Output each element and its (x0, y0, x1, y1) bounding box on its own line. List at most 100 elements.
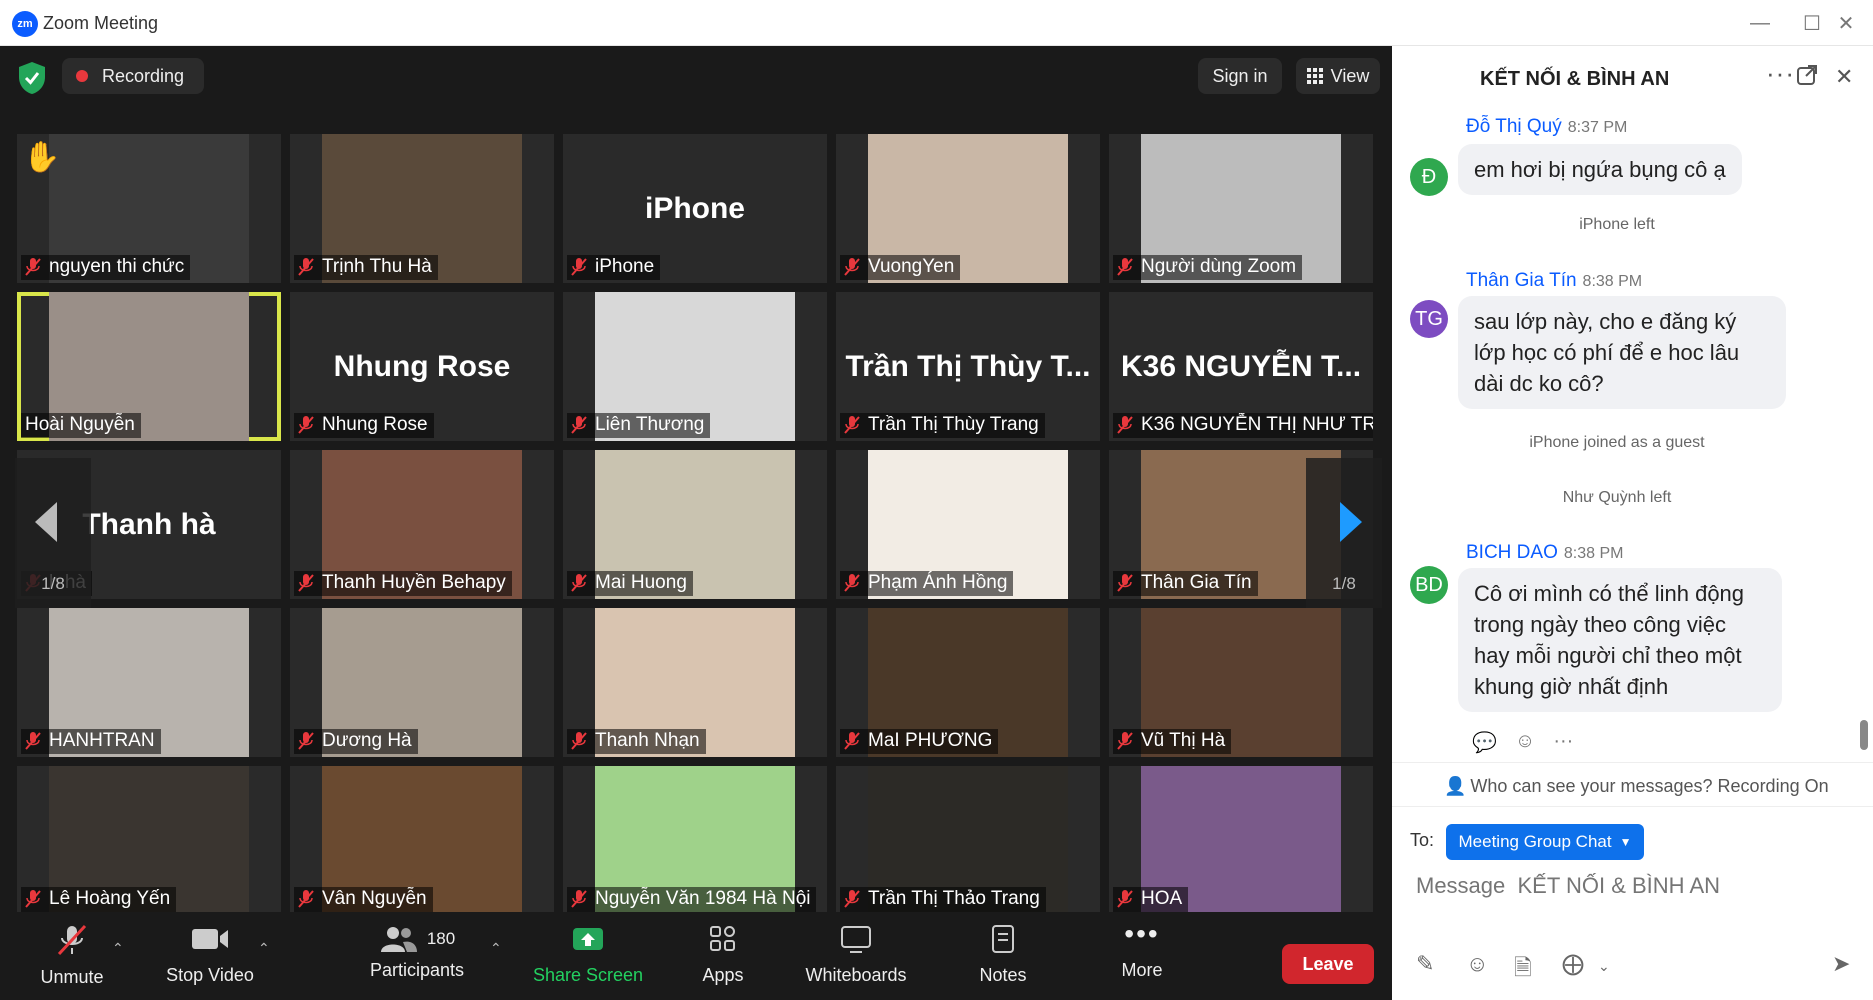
message-sender[interactable]: BICH DAO 8:38 PM (1466, 542, 1623, 564)
close-window-button[interactable]: ✕ (1826, 8, 1866, 38)
participant-tile[interactable]: Lê Hoàng Yến (17, 766, 281, 915)
message-visibility-info[interactable]: 👤 Who can see your messages? Recording On (1444, 776, 1829, 797)
participant-name-label: MaI PHƯƠNG (840, 729, 999, 754)
participant-tile[interactable]: Vân Nguyễn (290, 766, 554, 915)
participants-caret-icon[interactable]: ⌃ (490, 940, 502, 957)
participant-tile[interactable]: Trịnh Thu Hà (290, 134, 554, 283)
whiteboards-button[interactable]: Whiteboards (800, 924, 912, 986)
participant-name: iPhone (595, 256, 655, 277)
participant-name: Trần Thị Thùy Trang (868, 414, 1039, 435)
message-more-icon[interactable]: ··· (1553, 730, 1573, 755)
participant-tile[interactable]: ✋ nguyen thi chức (17, 134, 281, 283)
mic-muted-icon (571, 574, 587, 592)
prev-page-button[interactable]: 1/8 (15, 458, 91, 608)
close-chat-icon[interactable]: ✕ (1835, 64, 1853, 90)
page-indicator-right: 1/8 (1332, 574, 1356, 593)
participant-tile[interactable]: Hoài Nguyễn (17, 292, 281, 441)
participant-tile[interactable]: Trần Thị Thảo Trang (836, 766, 1100, 915)
popout-icon[interactable] (1796, 64, 1818, 92)
emoji-reaction-icon[interactable]: ☺ (1515, 730, 1535, 755)
participant-name: Liên Thương (595, 414, 705, 435)
recording-indicator[interactable]: Recording (62, 58, 204, 94)
participant-name: Thanh Nhạn (595, 730, 700, 751)
reply-icon[interactable]: 💬 (1472, 730, 1497, 755)
whiteboards-label: Whiteboards (805, 965, 907, 985)
participant-name: Phạm Ánh Hồng (868, 572, 1008, 593)
participant-name-label: Lê Hoàng Yến (21, 887, 177, 912)
window-title: Zoom Meeting (43, 13, 159, 33)
participant-name-label: Người dùng Zoom (1113, 255, 1303, 280)
mic-muted-icon (844, 258, 860, 276)
format-text-icon[interactable]: ✎ (1416, 951, 1434, 977)
mic-muted-icon (1117, 258, 1133, 276)
mic-muted-icon (844, 732, 860, 750)
divider (1392, 762, 1873, 763)
unmute-button[interactable]: Unmute (34, 924, 110, 988)
avatar-initials: Đ (1421, 165, 1437, 188)
participant-tile[interactable]: MaI PHƯƠNG (836, 608, 1100, 757)
mic-muted-icon (1117, 890, 1133, 908)
mic-muted-icon (25, 732, 41, 750)
stop-video-button[interactable]: Stop Video (160, 924, 260, 986)
participants-button[interactable]: 180 Participants (362, 924, 472, 981)
participant-tile[interactable]: Nguyễn Văn 1984 Hà Nội (563, 766, 827, 915)
participant-tile[interactable]: Nhung Rose Nhung Rose (290, 292, 554, 441)
emoji-icon[interactable]: ☺ (1466, 951, 1488, 977)
message-input[interactable] (1414, 872, 1838, 900)
arrow-right-icon (1340, 502, 1362, 542)
next-page-button[interactable]: 1/8 (1306, 458, 1382, 608)
sender-name: Thân Gia Tín (1466, 270, 1577, 291)
meeting-area: Recording Sign in View ✋ nguyen thi chức T… (0, 46, 1392, 1000)
avatar-initials: TG (1415, 307, 1443, 330)
view-button[interactable]: View (1296, 58, 1380, 94)
message-bubble: em hơi bị ngứa bụng cô ạ (1458, 144, 1742, 195)
leave-button[interactable]: Leave (1282, 944, 1374, 984)
whiteboard-icon (841, 926, 871, 953)
avatar: BD (1410, 566, 1448, 604)
minimize-button[interactable]: — (1740, 8, 1780, 38)
video-options-caret-icon[interactable]: ⌃ (258, 940, 270, 957)
participant-tile[interactable]: Thanh Nhạn (563, 608, 827, 757)
apps-button[interactable]: Apps (700, 924, 746, 986)
chat-more-icon[interactable]: ··· (1766, 58, 1795, 89)
participant-tile[interactable]: Trần Thị Thùy T... Trần Thị Thùy Trang (836, 292, 1100, 441)
participant-tile[interactable]: Thanh Huyền Behapy (290, 450, 554, 599)
audio-options-caret-icon[interactable]: ⌃ (112, 940, 124, 957)
file-icon[interactable]: 🗎 (1514, 951, 1532, 989)
mic-muted-icon (844, 890, 860, 908)
participant-name: HANHTRAN (49, 730, 155, 751)
participant-tile[interactable]: K36 NGUYỄN T... K36 NGUYỄN THỊ NHƯ TR... (1109, 292, 1373, 441)
participant-tile[interactable]: Mai Huong (563, 450, 827, 599)
message-time: 8:38 PM (1563, 545, 1624, 562)
participant-tile[interactable]: HOA (1109, 766, 1373, 915)
participant-tile[interactable]: iPhone iPhone (563, 134, 827, 283)
participant-tile[interactable]: HANHTRAN (17, 608, 281, 757)
participant-name-label: HANHTRAN (21, 729, 161, 754)
screenshot-options-caret-icon[interactable]: ⌄ (1598, 958, 1610, 975)
recipient-dropdown[interactable]: Meeting Group Chat ▼ (1446, 824, 1644, 860)
mic-muted-icon (844, 416, 860, 434)
participant-name-label: Nguyễn Văn 1984 Hà Nội (567, 887, 817, 912)
mic-muted-icon (298, 258, 314, 276)
mic-muted-icon (298, 732, 314, 750)
notes-button[interactable]: Notes (976, 924, 1030, 986)
encryption-shield-icon[interactable] (16, 60, 48, 96)
participant-tile[interactable]: Phạm Ánh Hồng (836, 450, 1100, 599)
participant-tile[interactable]: Liên Thương (563, 292, 827, 441)
participant-name: Thân Gia Tín (1141, 572, 1252, 593)
sign-in-button[interactable]: Sign in (1198, 58, 1282, 94)
share-screen-button[interactable]: Share Screen (530, 924, 646, 986)
apps-label: Apps (702, 965, 744, 985)
participant-tile[interactable]: VuongYen (836, 134, 1100, 283)
message-sender[interactable]: Đỗ Thị Quý 8:37 PM (1466, 116, 1627, 138)
participant-tile[interactable]: Dương Hà (290, 608, 554, 757)
message-sender[interactable]: Thân Gia Tín 8:38 PM (1466, 270, 1642, 292)
participant-tile[interactable]: Vũ Thị Hà (1109, 608, 1373, 757)
raised-hand-icon: ✋ (23, 141, 61, 174)
avatar: TG (1410, 300, 1448, 338)
participant-tile[interactable]: Người dùng Zoom (1109, 134, 1373, 283)
more-button[interactable]: ••• More (1116, 920, 1168, 981)
send-icon[interactable]: ➤ (1832, 951, 1850, 977)
screenshot-icon[interactable]: ⨁ (1562, 951, 1584, 977)
chat-scrollbar[interactable] (1860, 720, 1868, 750)
